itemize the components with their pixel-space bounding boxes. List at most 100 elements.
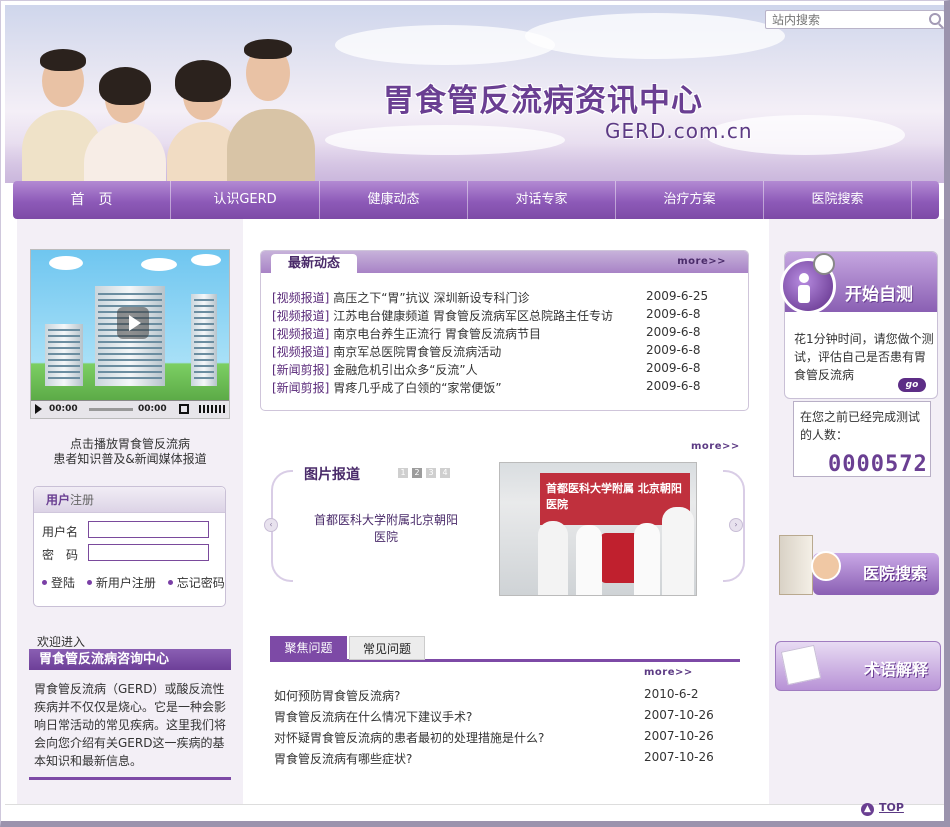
news-title[interactable]: 南京电台养生正流行 胃食管反流病节目 (333, 327, 541, 341)
hospital-search-banner[interactable]: 医院搜索 (777, 535, 941, 605)
login-link[interactable]: 登陆 (51, 576, 75, 590)
news-more-link[interactable]: more>> (677, 256, 726, 267)
news-title[interactable]: 江苏电台健康频道 胃食管反流病军区总院路主任专访 (333, 309, 613, 323)
nav-item-home[interactable]: 首 页 (13, 181, 171, 219)
news-item[interactable]: [视频报道] 南京军总医院胃食管反流病活动 2009-6-8 (272, 343, 700, 360)
person-figure (222, 35, 317, 189)
faq-title[interactable]: 胃食管反流病有哪些症状? (274, 752, 412, 766)
video-time-current: 00:00 (49, 404, 78, 414)
next-arrow-icon[interactable]: › (729, 518, 743, 532)
cloud-decoration (141, 258, 177, 271)
faq-item[interactable]: 胃食管反流病在什么情况下建议手术? 2007-10-26 (274, 708, 724, 725)
prev-arrow-icon[interactable]: ‹ (264, 518, 278, 532)
play-icon[interactable] (117, 307, 149, 339)
news-title[interactable]: 金融危机引出众多“反流”人 (333, 363, 477, 377)
carousel-page-1[interactable]: 1 (398, 468, 408, 478)
faq-tabs: 聚焦问题 常见问题 (270, 634, 740, 662)
counter-label: 在您之前已经完成测试的人数： (800, 410, 921, 442)
carousel-page-2[interactable]: 2 (412, 468, 422, 478)
counter-value: 0000572 (828, 452, 928, 477)
stopwatch-icon (813, 253, 835, 275)
faq-more-link[interactable]: more>> (644, 667, 693, 678)
site-domain: GERD.com.cn (605, 119, 753, 143)
video-player[interactable]: 00:00 00:00 (30, 249, 230, 419)
self-test-icon (780, 253, 836, 314)
bullet-icon (86, 580, 92, 585)
carousel-page-3[interactable]: 3 (426, 468, 436, 478)
back-to-top-link[interactable]: ▲ TOP (861, 801, 904, 816)
self-test-title[interactable]: 开始自测 (845, 280, 913, 305)
fullscreen-icon[interactable] (179, 404, 189, 414)
photo-more-link[interactable]: more>> (691, 441, 740, 452)
search-icon[interactable] (929, 13, 941, 25)
photo-report-title: 图片报道 (304, 467, 360, 483)
volume-icon[interactable] (199, 405, 225, 413)
forgot-password-link[interactable]: 忘记密码 (177, 576, 225, 590)
faq-date: 2010-6-2 (644, 687, 699, 701)
news-title[interactable]: 高压之下“胃”抗议 深圳新设专科门诊 (333, 291, 529, 305)
cloud-decoration (49, 256, 83, 270)
header-family-photo (17, 25, 317, 193)
arrow-up-icon: ▲ (861, 803, 874, 816)
news-photo[interactable]: 首都医科大学附属 北京朝阳医院 (499, 462, 697, 596)
self-test-box[interactable]: 开始自测 花1分钟时间，请您做个测试，评估自己是否患有胃食管反流病 go (780, 251, 938, 399)
nav-item-expert-talk[interactable]: 对话专家 (468, 181, 616, 219)
video-controls: 00:00 00:00 (31, 400, 229, 418)
news-item[interactable]: [视频报道] 南京电台养生正流行 胃食管反流病节目 2009-6-8 (272, 325, 700, 342)
building-illustration (45, 324, 83, 386)
nav-item-hospital-search[interactable]: 医院搜索 (764, 181, 912, 219)
username-label: 用户名 (42, 525, 79, 539)
nav-item-treatment[interactable]: 治疗方案 (616, 181, 764, 219)
terms-button[interactable]: 术语解释 (775, 641, 941, 691)
news-item[interactable]: [视频报道] 高压之下“胃”抗议 深圳新设专科门诊 2009-6-25 (272, 289, 708, 306)
photo-caption[interactable]: 首都医科大学附属北京朝阳医院 (311, 512, 461, 546)
login-title-bold: 用户 (46, 493, 71, 507)
register-link[interactable]: 新用户注册 (96, 576, 156, 590)
faq-item[interactable]: 对怀疑胃食管反流病的患者最初的处理措施是什么? 2007-10-26 (274, 729, 724, 746)
terms-label[interactable]: 术语解释 (864, 656, 928, 680)
password-input[interactable] (88, 544, 209, 561)
faq-title[interactable]: 对怀疑胃食管反流病的患者最初的处理措施是什么? (274, 731, 544, 745)
cloud-decoration (335, 25, 555, 65)
tab-latest-news[interactable]: 最新动态 (271, 254, 357, 274)
faq-item[interactable]: 如何预防胃食管反流病? 2010-6-2 (274, 687, 724, 704)
news-item[interactable]: [新闻剪报] 金融危机引出众多“反流”人 2009-6-8 (272, 361, 700, 378)
top-label[interactable]: TOP (879, 801, 904, 814)
news-date: 2009-6-25 (646, 289, 709, 303)
login-box: 用户注册 用户名 密 码 登陆 新用户注册 忘记密码 (33, 486, 226, 607)
video-screen[interactable] (31, 250, 229, 400)
doctor-figure (662, 507, 694, 595)
tab-focus-questions[interactable]: 聚焦问题 (270, 636, 347, 660)
news-title[interactable]: 胃疼几乎成了白领的“家常便饭” (333, 381, 501, 395)
search-input[interactable] (766, 11, 916, 28)
news-tabbar: 最新动态 more>> (261, 251, 748, 274)
faq-title[interactable]: 如何预防胃食管反流病? (274, 689, 400, 703)
news-item[interactable]: [新闻剪报] 胃疼几乎成了白领的“家常便饭” 2009-6-8 (272, 379, 700, 396)
nav-item-health-news[interactable]: 健康动态 (320, 181, 468, 219)
username-input[interactable] (88, 521, 209, 538)
doctor-avatar-icon (811, 551, 841, 581)
hospital-building-icon (779, 535, 813, 595)
welcome-text: 欢迎进入 (37, 635, 86, 649)
bullet-icon (42, 580, 47, 585)
bullet-icon (167, 580, 173, 585)
login-links: 登陆 新用户注册 忘记密码 (40, 574, 225, 591)
cloud-decoration (525, 13, 785, 59)
cloud-decoration (191, 254, 221, 266)
tab-common-questions[interactable]: 常见问题 (349, 636, 425, 660)
news-category: [新闻剪报] (272, 381, 330, 395)
carousel-page-4[interactable]: 4 (440, 468, 450, 478)
username-row: 用户名 (42, 521, 209, 540)
video-progress-bar[interactable] (89, 408, 133, 411)
news-category: [视频报道] (272, 291, 330, 305)
go-button[interactable]: go (898, 378, 926, 392)
header-banner: 胃食管反流病资讯中心 GERD.com.cn (5, 5, 944, 193)
nav-item-about-gerd[interactable]: 认识GERD (171, 181, 320, 219)
faq-title[interactable]: 胃食管反流病在什么情况下建议手术? (274, 710, 472, 724)
news-item[interactable]: [视频报道] 江苏电台健康频道 胃食管反流病军区总院路主任专访 2009-6-8 (272, 307, 700, 324)
faq-item[interactable]: 胃食管反流病有哪些症状? 2007-10-26 (274, 750, 724, 767)
news-title[interactable]: 南京军总医院胃食管反流病活动 (333, 345, 501, 359)
password-label: 密 码 (42, 548, 79, 562)
play-small-icon[interactable] (35, 404, 42, 414)
news-date: 2009-6-8 (646, 325, 701, 339)
